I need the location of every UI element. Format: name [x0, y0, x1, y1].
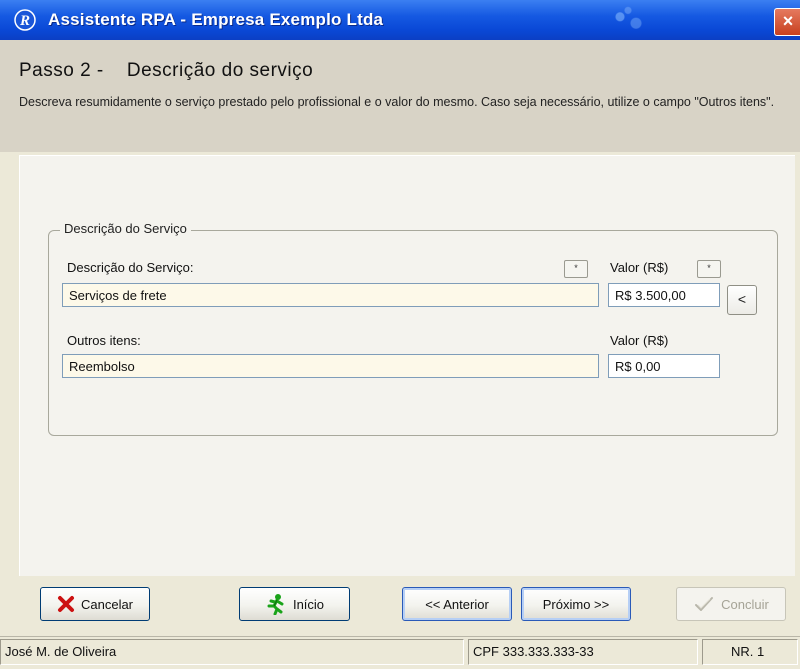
finish-button[interactable]: Concluir [676, 587, 786, 621]
value-label-2: Valor (R$) [610, 333, 669, 348]
close-button[interactable]: × [774, 8, 800, 36]
running-man-icon [267, 594, 284, 615]
previous-label: << Anterior [425, 596, 489, 612]
value-label-1: Valor (R$) [610, 260, 669, 275]
status-number: NR. 1 [702, 639, 798, 665]
service-description-input[interactable] [62, 283, 599, 307]
other-value-input[interactable] [608, 354, 720, 378]
status-user-name: José M. de Oliveira [0, 639, 464, 665]
app-logo-icon: R [14, 9, 36, 31]
finish-label: Concluir [721, 596, 769, 612]
cancel-label: Cancelar [80, 596, 134, 612]
check-icon [695, 597, 714, 611]
service-required-button[interactable]: * [564, 260, 588, 278]
step-title: Passo 2 - Descrição do serviço [19, 60, 314, 81]
other-items-input[interactable] [62, 354, 599, 378]
status-bar: José M. de Oliveira CPF 333.333.333-33 N… [0, 636, 800, 669]
red-x-icon [57, 596, 74, 612]
cancel-button[interactable]: Cancelar [40, 587, 150, 621]
svg-text:R: R [19, 13, 30, 29]
value-required-button[interactable]: * [697, 260, 721, 278]
status-cpf: CPF 333.333.333-33 [468, 639, 698, 665]
window-titlebar[interactable]: R Assistente RPA - Empresa Exemplo Ltda … [0, 0, 800, 40]
start-label: Início [292, 596, 325, 612]
other-items-label: Outros itens: [67, 333, 141, 348]
service-description-label: Descrição do Serviço: [67, 260, 194, 275]
next-label: Próximo >> [542, 596, 610, 612]
previous-button[interactable]: << Anterior [402, 587, 512, 621]
next-button[interactable]: Próximo >> [521, 587, 631, 621]
move-left-button[interactable]: < [727, 285, 757, 315]
service-value-input[interactable] [608, 283, 720, 307]
groupbox-legend: Descrição do Serviço [60, 221, 191, 236]
step-description: Descreva resumidamente o serviço prestad… [19, 95, 775, 109]
titlebar-decoration [608, 4, 648, 36]
window-title: Assistente RPA - Empresa Exemplo Ltda [48, 10, 384, 29]
start-button[interactable]: Início [239, 587, 350, 621]
